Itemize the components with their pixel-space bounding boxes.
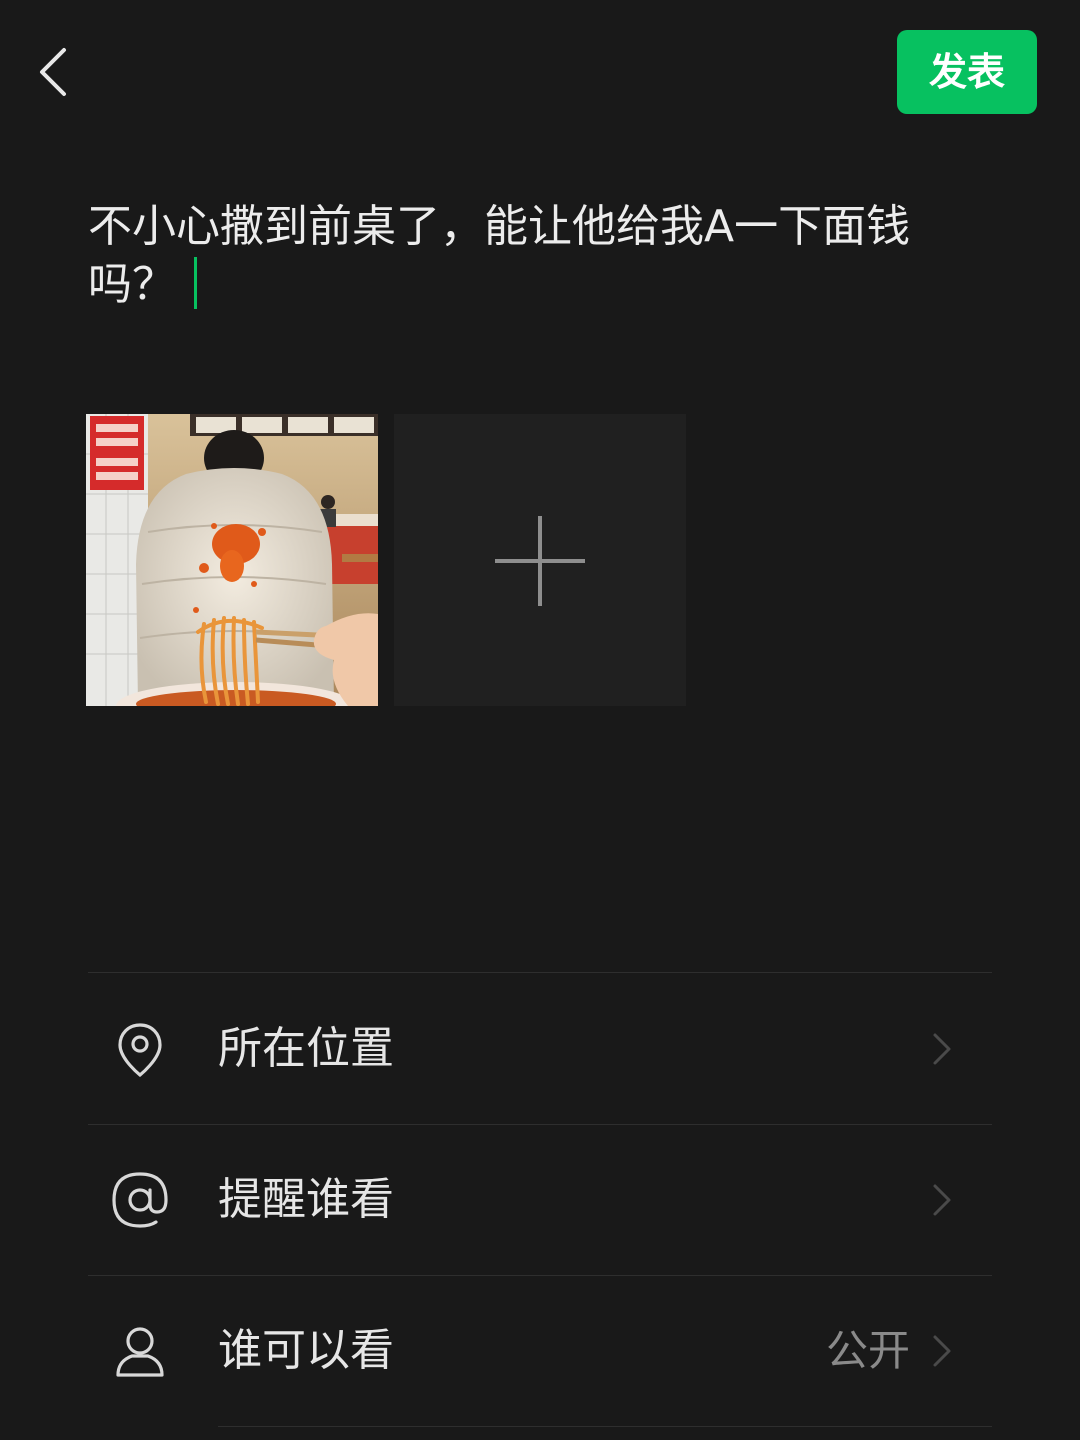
back-button[interactable]	[30, 42, 80, 102]
compose-text-area[interactable]: 不小心撒到前桌了，能让他给我A一下面钱吗？	[88, 198, 968, 314]
option-row-location[interactable]: 所在位置	[88, 974, 992, 1124]
option-label: 提醒谁看	[218, 1174, 394, 1225]
option-row-visibility[interactable]: 谁可以看 公开	[88, 1276, 992, 1426]
post-button[interactable]: 发表	[897, 30, 1037, 114]
plus-icon	[495, 516, 585, 606]
chevron-right-icon	[933, 1033, 951, 1065]
add-photo-button[interactable]	[394, 414, 686, 706]
option-label: 谁可以看	[218, 1325, 394, 1376]
chevron-right-icon	[933, 1335, 951, 1367]
chevron-right-icon	[933, 1184, 951, 1216]
location-pin-icon	[118, 1023, 162, 1078]
text-caret	[194, 257, 197, 309]
divider	[218, 1426, 992, 1427]
person-icon	[116, 1327, 164, 1377]
option-row-mention[interactable]: 提醒谁看	[88, 1125, 992, 1275]
option-label: 所在位置	[218, 1023, 394, 1074]
compose-text: 不小心撒到前桌了，能让他给我A一下面钱吗？	[88, 201, 911, 310]
chevron-left-icon	[40, 48, 66, 96]
photo-image	[86, 414, 378, 706]
photo-thumbnail[interactable]	[86, 414, 378, 706]
divider	[88, 972, 992, 973]
visibility-value: 公开	[825, 1326, 910, 1375]
at-sign-icon	[112, 1172, 168, 1228]
